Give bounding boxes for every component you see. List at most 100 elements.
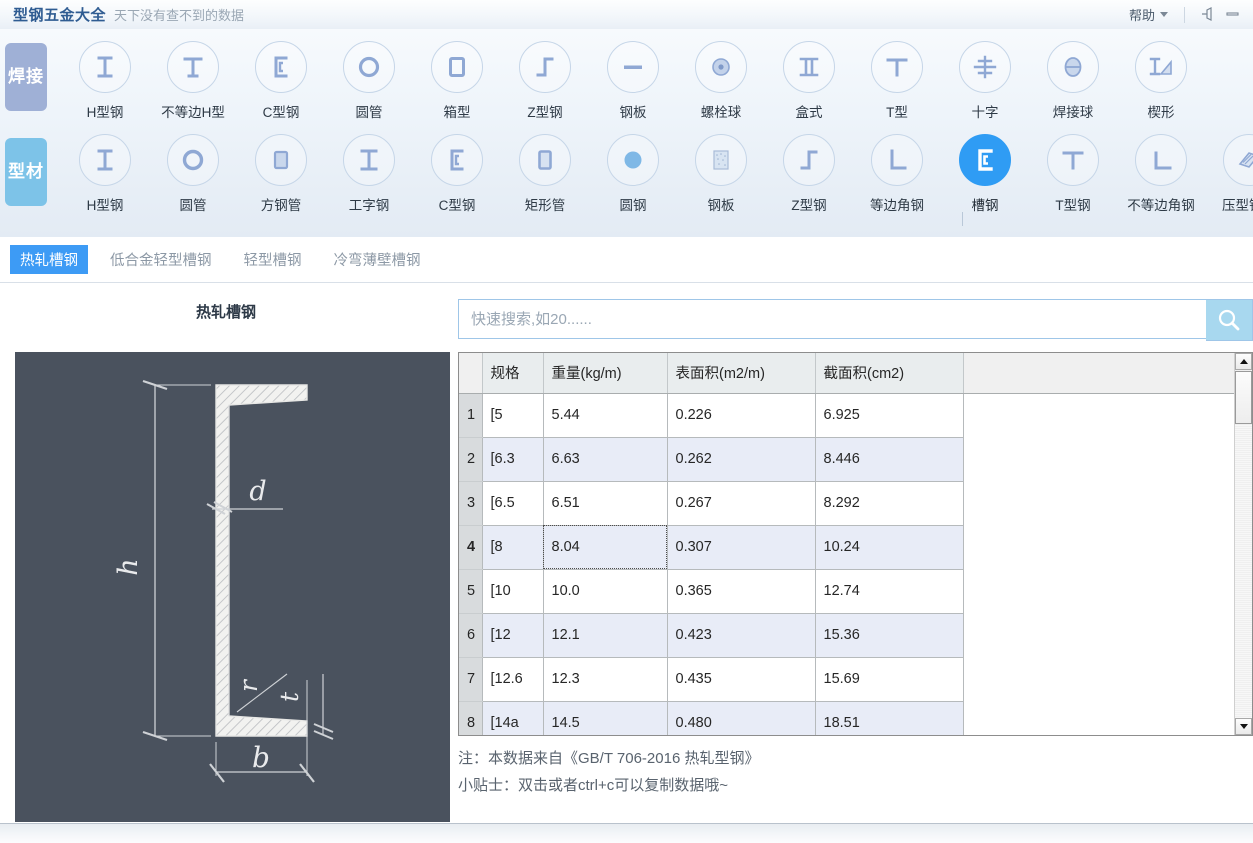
cell-section-area[interactable]: 10.24 bbox=[815, 525, 964, 570]
cell-weight[interactable]: 6.51 bbox=[543, 481, 668, 526]
row-number[interactable]: 6 bbox=[459, 613, 483, 658]
col-header-weight[interactable]: 重量(kg/m) bbox=[543, 353, 668, 394]
ribbon-item-steel-plate-2[interactable]: 钢板 bbox=[677, 124, 765, 214]
cell-spec[interactable]: [8 bbox=[482, 525, 544, 570]
i-beam-icon bbox=[343, 134, 395, 186]
minimize-icon[interactable] bbox=[1219, 5, 1245, 25]
tab-cold-formed-thin-wall-channel[interactable]: 冷弯薄壁槽钢 bbox=[324, 245, 431, 274]
table-corner-cell[interactable] bbox=[459, 353, 483, 394]
cell-surface-area[interactable]: 0.262 bbox=[667, 437, 816, 482]
ribbon-item-wedge[interactable]: 楔形 bbox=[1117, 29, 1205, 121]
ribbon-item-unequal-h-beam[interactable]: 不等边H型 bbox=[149, 29, 237, 121]
search-button[interactable] bbox=[1206, 299, 1253, 341]
scrollbar-thumb[interactable] bbox=[1235, 371, 1252, 424]
ribbon-item-round-bar[interactable]: 圆钢 bbox=[589, 124, 677, 214]
cell-surface-area[interactable]: 0.365 bbox=[667, 569, 816, 614]
row-number[interactable]: 5 bbox=[459, 569, 483, 614]
category-ribbon: 焊接 H型钢 不等边H型 C型钢 圆管 箱型 Z型钢 钢板 螺栓球 盒式 T型 … bbox=[0, 29, 1253, 238]
category-tag-welding[interactable]: 焊接 bbox=[5, 43, 47, 111]
cell-surface-area[interactable]: 0.307 bbox=[667, 525, 816, 570]
cell-surface-area[interactable]: 0.435 bbox=[667, 657, 816, 702]
cell-section-area[interactable]: 15.69 bbox=[815, 657, 964, 702]
ribbon-item-steel-plate[interactable]: 钢板 bbox=[589, 29, 677, 121]
cell-section-area[interactable]: 8.292 bbox=[815, 481, 964, 526]
ribbon-item-h-beam-2[interactable]: H型钢 bbox=[61, 124, 149, 214]
ribbon-item-t-section-2[interactable]: T型钢 bbox=[1029, 124, 1117, 214]
cell-surface-area[interactable]: 0.226 bbox=[667, 393, 816, 438]
ribbon-item-z-section-2[interactable]: Z型钢 bbox=[765, 124, 853, 214]
col-header-section-area[interactable]: 截面积(cm2) bbox=[815, 353, 964, 394]
ribbon-item-t-section[interactable]: T型 bbox=[853, 29, 941, 121]
row-number[interactable]: 3 bbox=[459, 481, 483, 526]
cell-spec[interactable]: [6.5 bbox=[482, 481, 544, 526]
title-bar-controls: 帮助 bbox=[1121, 0, 1253, 29]
cell-spec[interactable]: [12.6 bbox=[482, 657, 544, 702]
ribbon-item-welded-ball[interactable]: 焊接球 bbox=[1029, 29, 1117, 121]
search-input[interactable] bbox=[458, 299, 1206, 339]
pin-icon[interactable] bbox=[1193, 5, 1219, 25]
ribbon-item-cross-section[interactable]: 十字 bbox=[941, 29, 1029, 121]
row-number[interactable]: 4 bbox=[459, 525, 483, 570]
data-grid-viewport: 规格 重量(kg/m) 表面积(m2/m) 截面积(cm2) 1 [5 5.44… bbox=[459, 353, 1235, 735]
tab-low-alloy-light-channel[interactable]: 低合金轻型槽钢 bbox=[100, 245, 222, 274]
round-bar-icon bbox=[607, 134, 659, 186]
cell-spec[interactable]: [6.3 bbox=[482, 437, 544, 482]
cell-section-area[interactable]: 8.446 bbox=[815, 437, 964, 482]
ribbon-item-equal-angle[interactable]: 等边角钢 bbox=[853, 124, 941, 214]
cell-surface-area[interactable]: 0.480 bbox=[667, 701, 816, 735]
row-number[interactable]: 1 bbox=[459, 393, 483, 438]
cell-spec[interactable]: [5 bbox=[482, 393, 544, 438]
ribbon-item-z-section[interactable]: Z型钢 bbox=[501, 29, 589, 121]
cell-spec[interactable]: [10 bbox=[482, 569, 544, 614]
cell-weight[interactable]: 6.63 bbox=[543, 437, 668, 482]
ribbon-item-double-i[interactable]: 盒式 bbox=[765, 29, 853, 121]
ribbon-item-unequal-angle[interactable]: 不等边角钢 bbox=[1117, 124, 1205, 214]
ribbon-item-box-section[interactable]: 箱型 bbox=[413, 29, 501, 121]
tab-light-channel[interactable]: 轻型槽钢 bbox=[234, 245, 312, 274]
cell-surface-area[interactable]: 0.423 bbox=[667, 613, 816, 658]
col-header-surface-area[interactable]: 表面积(m2/m) bbox=[667, 353, 816, 394]
cell-section-area[interactable]: 18.51 bbox=[815, 701, 964, 735]
ribbon-item-round-tube[interactable]: 圆管 bbox=[325, 29, 413, 121]
ribbon-item-c-channel[interactable]: C型钢 bbox=[237, 29, 325, 121]
ribbon-item-label: 不等边H型 bbox=[161, 105, 225, 120]
cell-section-area[interactable]: 15.36 bbox=[815, 613, 964, 658]
tab-hot-rolled-channel[interactable]: 热轧槽钢 bbox=[10, 245, 88, 274]
table-row: 5 [10 10.0 0.365 12.74 bbox=[459, 569, 1235, 614]
cell-spec[interactable]: [12 bbox=[482, 613, 544, 658]
ribbon-item-square-tube[interactable]: 方钢管 bbox=[237, 124, 325, 214]
table-row: 8 [14a 14.5 0.480 18.51 bbox=[459, 701, 1235, 735]
cell-section-area[interactable]: 12.74 bbox=[815, 569, 964, 614]
category-tag-profiles[interactable]: 型材 bbox=[5, 138, 47, 206]
help-label: 帮助 bbox=[1128, 8, 1155, 23]
ribbon-item-rect-tube[interactable]: 矩形管 bbox=[501, 124, 589, 214]
ribbon-item-corrugated-plate[interactable]: 压型钢板 bbox=[1205, 124, 1253, 214]
ribbon-item-c-channel-2[interactable]: C型钢 bbox=[413, 124, 501, 214]
ribbon-item-round-tube-2[interactable]: 圆管 bbox=[149, 124, 237, 214]
col-header-spec[interactable]: 规格 bbox=[482, 353, 544, 394]
cell-weight[interactable]: 8.04 bbox=[543, 525, 668, 570]
ribbon-item-i-beam[interactable]: 工字钢 bbox=[325, 124, 413, 214]
row-number[interactable]: 2 bbox=[459, 437, 483, 482]
ribbon-item-channel-steel[interactable]: 槽钢 bbox=[941, 124, 1029, 214]
scroll-up-button[interactable] bbox=[1235, 353, 1252, 370]
cell-weight[interactable]: 10.0 bbox=[543, 569, 668, 614]
cell-spec[interactable]: [14a bbox=[482, 701, 544, 735]
corrugated-plate-icon bbox=[1223, 134, 1253, 186]
ribbon-item-h-beam[interactable]: H型钢 bbox=[61, 29, 149, 121]
cell-weight[interactable]: 14.5 bbox=[543, 701, 668, 735]
cell-section-area[interactable]: 6.925 bbox=[815, 393, 964, 438]
round-tube-icon bbox=[167, 134, 219, 186]
cell-surface-area[interactable]: 0.267 bbox=[667, 481, 816, 526]
row-number[interactable]: 8 bbox=[459, 701, 483, 735]
diagram-pane: 热轧槽钢 h d t r b bbox=[0, 283, 452, 823]
cell-weight[interactable]: 12.3 bbox=[543, 657, 668, 702]
ribbon-item-label: 方钢管 bbox=[260, 198, 302, 213]
cell-weight[interactable]: 12.1 bbox=[543, 613, 668, 658]
cell-weight[interactable]: 5.44 bbox=[543, 393, 668, 438]
ribbon-item-bolt-ball[interactable]: 螺栓球 bbox=[677, 29, 765, 121]
vertical-scrollbar[interactable] bbox=[1234, 353, 1252, 735]
help-menu-button[interactable]: 帮助 bbox=[1121, 5, 1176, 24]
row-number[interactable]: 7 bbox=[459, 657, 483, 702]
scroll-down-button[interactable] bbox=[1235, 718, 1252, 735]
